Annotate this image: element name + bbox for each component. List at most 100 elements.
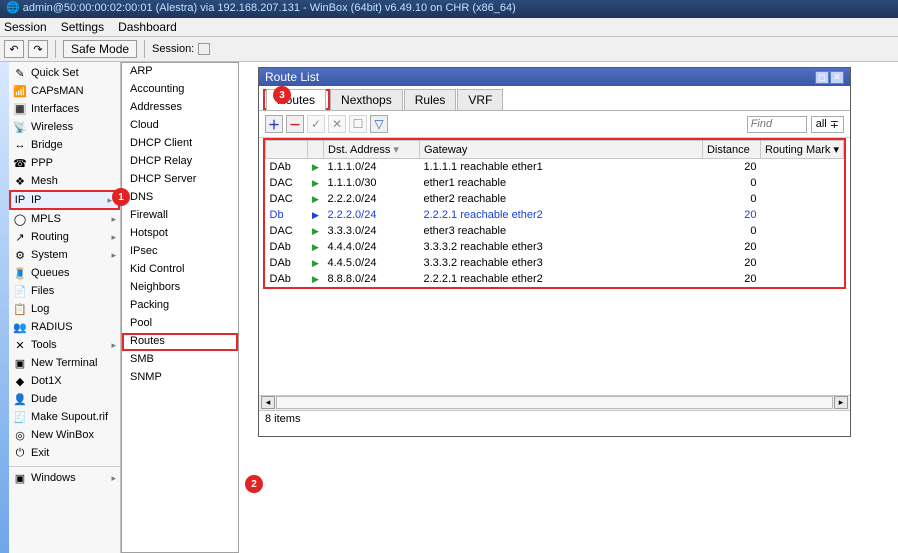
sidebar-item-mesh[interactable]: ❖Mesh <box>9 172 120 190</box>
menu-settings[interactable]: Settings <box>61 20 104 34</box>
filter-select[interactable]: all ∓ <box>811 116 844 133</box>
filter-button[interactable]: ▽ <box>370 115 388 133</box>
col-dst[interactable]: Dst. Address ▾ <box>324 141 420 159</box>
submenu-dhcp-relay[interactable]: DHCP Relay <box>122 153 238 171</box>
sidebar-item-new-terminal[interactable]: ▣New Terminal <box>9 354 120 372</box>
scroll-left-icon[interactable]: ◂ <box>261 396 275 409</box>
sidebar-item-capsman[interactable]: 📶CAPsMAN <box>9 82 120 100</box>
table-row[interactable]: DAb▶4.4.4.0/243.3.3.2 reachable ether320 <box>266 239 844 255</box>
sidebar-item-bridge[interactable]: ↔Bridge <box>9 136 120 154</box>
submenu-dhcp-server[interactable]: DHCP Server <box>122 171 238 189</box>
submenu-routes[interactable]: Routes <box>122 333 238 351</box>
separator <box>144 40 145 58</box>
tab-vrf[interactable]: VRF <box>457 89 503 110</box>
cell-gateway: 2.2.2.1 reachable ether2 <box>420 207 703 223</box>
table-header-row: Dst. Address ▾ Gateway Distance Routing … <box>266 141 844 159</box>
col-run[interactable] <box>308 141 324 159</box>
menu-session[interactable]: Session <box>4 20 47 34</box>
col-distance[interactable]: Distance <box>702 141 760 159</box>
sidebar-item-queues[interactable]: 🧵Queues <box>9 264 120 282</box>
col-gateway[interactable]: Gateway <box>420 141 703 159</box>
sidebar-item-ip[interactable]: IPIP▸ <box>9 190 120 210</box>
cell-flags: DAb <box>266 159 308 175</box>
submenu-arp[interactable]: ARP <box>122 63 238 81</box>
scroll-right-icon[interactable]: ▸ <box>834 396 848 409</box>
submenu-hotspot[interactable]: Hotspot <box>122 225 238 243</box>
menu-dashboard[interactable]: Dashboard <box>118 20 177 34</box>
submenu-dns[interactable]: DNS <box>122 189 238 207</box>
scroll-track[interactable] <box>276 396 833 409</box>
sidebar-windows[interactable]: ▣ Windows ▸ <box>9 469 120 487</box>
sidebar-item-make-supout-rif[interactable]: 🧾Make Supout.rif <box>9 408 120 426</box>
sidebar-item-new-winbox[interactable]: ◎New WinBox <box>9 426 120 444</box>
submenu-firewall[interactable]: Firewall <box>122 207 238 225</box>
submenu-kid-control[interactable]: Kid Control <box>122 261 238 279</box>
windows-icon: ▣ <box>13 471 27 485</box>
submenu-addresses[interactable]: Addresses <box>122 99 238 117</box>
tab-nexthops[interactable]: Nexthops <box>330 89 403 110</box>
sidebar-item-label: Dot1X <box>31 375 62 387</box>
submenu-smb[interactable]: SMB <box>122 351 238 369</box>
sidebar-item-files[interactable]: 📄Files <box>9 282 120 300</box>
submenu-pool[interactable]: Pool <box>122 315 238 333</box>
sidebar-item-interfaces[interactable]: 🔳Interfaces <box>9 100 120 118</box>
col-routing-mark[interactable]: Routing Mark ▾ <box>760 141 843 159</box>
sidebar-item-mpls[interactable]: ◯MPLS▸ <box>9 210 120 228</box>
cell-flags: DAC <box>266 191 308 207</box>
cell-run: ▶ <box>308 239 324 255</box>
sidebar-item-radius[interactable]: 👥RADIUS <box>9 318 120 336</box>
sidebar-item-ppp[interactable]: ☎PPP <box>9 154 120 172</box>
sidebar-item-system[interactable]: ⚙System▸ <box>9 246 120 264</box>
sidebar-item-tools[interactable]: ✕Tools▸ <box>9 336 120 354</box>
sidebar-item-label: Bridge <box>31 139 63 151</box>
window-title[interactable]: Route List ◻ ✕ <box>259 68 850 86</box>
submenu-neighbors[interactable]: Neighbors <box>122 279 238 297</box>
tab-rules[interactable]: Rules <box>404 89 457 110</box>
submenu-packing[interactable]: Packing <box>122 297 238 315</box>
enable-button[interactable]: ✓ <box>307 115 325 133</box>
redo-button[interactable]: ↷ <box>28 40 48 58</box>
submenu-dhcp-client[interactable]: DHCP Client <box>122 135 238 153</box>
find-input[interactable] <box>747 116 807 133</box>
sidebar-item-label: RADIUS <box>31 321 73 333</box>
table-row[interactable]: DAb▶1.1.1.0/241.1.1.1 reachable ether120 <box>266 159 844 175</box>
chevron-right-icon: ▸ <box>111 232 116 243</box>
submenu-accounting[interactable]: Accounting <box>122 81 238 99</box>
col-flags[interactable] <box>266 141 308 159</box>
sidebar-item-dude[interactable]: 👤Dude <box>9 390 120 408</box>
sidebar-item-dot1x[interactable]: ◆Dot1X <box>9 372 120 390</box>
cell-gateway: ether3 reachable <box>420 223 703 239</box>
table-row[interactable]: DAb▶8.8.8.0/242.2.2.1 reachable ether220 <box>266 271 844 287</box>
submenu-ipsec[interactable]: IPsec <box>122 243 238 261</box>
cell-gateway: 1.1.1.1 reachable ether1 <box>420 159 703 175</box>
submenu-snmp[interactable]: SNMP <box>122 369 238 387</box>
undo-button[interactable]: ↶ <box>4 40 24 58</box>
sidebar-item-wireless[interactable]: 📡Wireless <box>9 118 120 136</box>
play-icon: ▶ <box>312 226 319 236</box>
disable-button[interactable]: ✕ <box>328 115 346 133</box>
comment-button[interactable]: ☐ <box>349 115 367 133</box>
remove-button[interactable]: － <box>286 115 304 133</box>
chevron-right-icon: ▸ <box>111 473 116 484</box>
table-row[interactable]: DAC▶2.2.2.0/24ether2 reachable0 <box>266 191 844 207</box>
session-checkbox[interactable] <box>198 43 210 55</box>
sidebar-item-quick-set[interactable]: ✎Quick Set <box>9 64 120 82</box>
sidebar-item-log[interactable]: 📋Log <box>9 300 120 318</box>
add-button[interactable]: ＋ <box>265 115 283 133</box>
submenu-cloud[interactable]: Cloud <box>122 117 238 135</box>
horizontal-scrollbar[interactable]: ◂ ▸ <box>259 395 850 410</box>
sidebar-item-label: IP <box>31 194 41 206</box>
minimize-icon[interactable]: ◻ <box>815 71 829 84</box>
cell-dst: 8.8.8.0/24 <box>324 271 420 287</box>
close-icon[interactable]: ✕ <box>830 71 844 84</box>
play-icon: ▶ <box>312 178 319 188</box>
table-row[interactable]: Db▶2.2.2.0/242.2.2.1 reachable ether220 <box>266 207 844 223</box>
sidebar-item-exit[interactable]: ⏻Exit <box>9 444 120 462</box>
sidebar-item-routing[interactable]: ↗Routing▸ <box>9 228 120 246</box>
menu-icon: ▣ <box>13 356 27 370</box>
table-row[interactable]: DAb▶4.4.5.0/243.3.3.2 reachable ether320 <box>266 255 844 271</box>
table-row[interactable]: DAC▶3.3.3.0/24ether3 reachable0 <box>266 223 844 239</box>
sidebar-item-label: Quick Set <box>31 67 79 79</box>
safe-mode-button[interactable]: Safe Mode <box>63 40 137 58</box>
table-row[interactable]: DAC▶1.1.1.0/30ether1 reachable0 <box>266 175 844 191</box>
